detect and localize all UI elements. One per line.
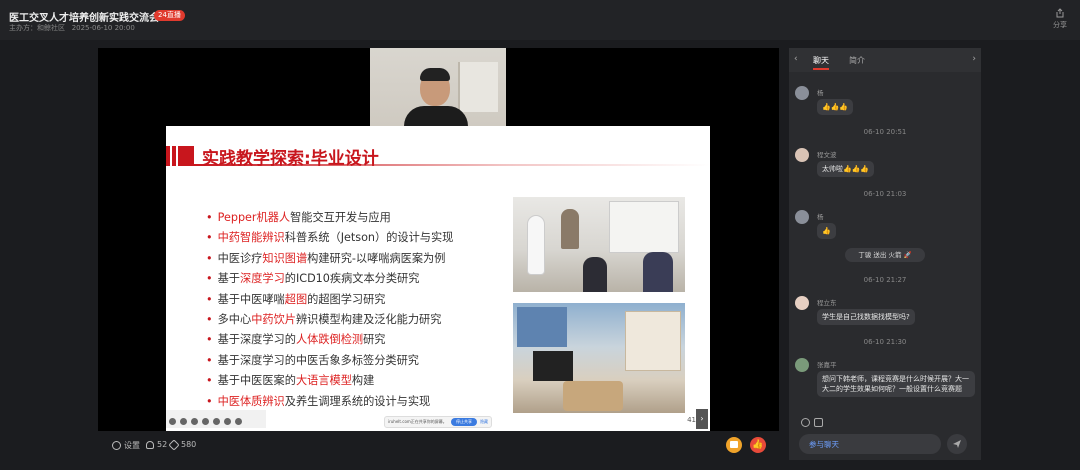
timestamp: 06-10 21:30 <box>863 338 907 346</box>
hide-notice-button[interactable]: 隐藏 <box>480 417 488 427</box>
gift-button[interactable] <box>726 437 742 453</box>
stop-sharing-button[interactable]: 停止共享 <box>451 418 477 426</box>
list-item: 基于深度学习的人体跌倒检测研究 <box>206 330 506 350</box>
avatar <box>795 358 809 372</box>
viewer-count: 52 <box>146 440 167 449</box>
slide-toolbar[interactable] <box>166 410 266 428</box>
toolbar-icon[interactable] <box>191 418 198 425</box>
toolbar-icon[interactable] <box>224 418 231 425</box>
timestamp: 06-10 20:51 <box>863 128 907 136</box>
settings-button[interactable]: 设置 <box>112 440 140 451</box>
share-label: 分享 <box>1053 21 1067 29</box>
emoji-icon[interactable] <box>801 418 810 427</box>
send-icon <box>953 440 961 448</box>
avatar <box>795 148 809 162</box>
sender-name: 杨 <box>817 213 824 221</box>
chat-panel: ‹ 聊天 简介 › 杨 👍👍👍 06-10 20:51 程文波 太帅啦👍👍👍 0… <box>789 48 981 460</box>
event-title: 医工交叉人才培养创新实践交流会 <box>9 13 159 24</box>
lab-photo <box>513 303 685 413</box>
screen-share-notice: iruhelt.com正在共享你的屏幕。 停止共享 隐藏 <box>384 416 492 428</box>
timestamp: 06-10 21:27 <box>863 276 907 284</box>
list-item: 中医诊疗知识图谱构建研究-以哮喘病医案为例 <box>206 249 506 269</box>
list-item: 多中心中药饮片辨识模型构建及泛化能力研究 <box>206 310 506 330</box>
message-text: 学生是自己找数据找模型吗? <box>817 309 915 325</box>
message-text: 太帅啦👍👍👍 <box>817 161 875 177</box>
like-count: 580 <box>168 438 196 451</box>
avatar <box>795 210 809 224</box>
chevron-right-icon[interactable]: › <box>972 54 976 64</box>
toolbar-icon[interactable] <box>235 418 242 425</box>
avatar <box>795 296 809 310</box>
share-icon <box>1056 8 1064 18</box>
gift-notice: 丁骏 送出 火箭 🚀 <box>845 248 925 262</box>
chevron-left-icon[interactable]: ‹ <box>794 54 798 64</box>
slide-title: 实践教学探索:毕业设计 <box>202 149 379 169</box>
sender-name: 杨 <box>817 89 824 97</box>
presentation-slide: 实践教学探索:毕业设计 Pepper机器人智能交互开发与应用 中药智能辨识科普系… <box>166 126 710 431</box>
panel-tabs: ‹ 聊天 简介 › <box>789 48 981 72</box>
live-badge: 24直播 <box>154 10 185 21</box>
organizer: 主办方：和鲸社区 <box>9 24 65 32</box>
list-item: Pepper机器人智能交互开发与应用 <box>206 208 506 228</box>
chat-input[interactable] <box>799 434 941 454</box>
slide-bullet-list: Pepper机器人智能交互开发与应用 中药智能辨识科普系统（Jetson）的设计… <box>206 208 506 412</box>
heart-icon <box>168 438 180 451</box>
list-item: 中药智能辨识科普系统（Jetson）的设计与实现 <box>206 228 506 248</box>
sender-name: 程立东 <box>817 299 837 307</box>
control-bar: 设置 52 580 👍 <box>98 433 779 459</box>
page-number: 41 <box>687 416 696 424</box>
event-meta: 主办方：和鲸社区 2025-06-10 20:00 <box>9 23 135 33</box>
list-item: 基于中医哮喘超图的超图学习研究 <box>206 290 506 310</box>
message-text: 👍 <box>817 223 836 239</box>
tab-chat[interactable]: 聊天 <box>813 55 829 70</box>
sender-name: 程文波 <box>817 151 837 159</box>
list-item: 基于深度学习的中医舌象多标签分类研究 <box>206 351 506 371</box>
toolbar-icon[interactable] <box>213 418 220 425</box>
send-button[interactable] <box>947 434 967 454</box>
message-text: 想问下韩老师，课程竞赛是什么时候开展？大一大二的学生效果如何呢？一般设置什么竞赛… <box>817 371 975 397</box>
toolbar-icon[interactable] <box>169 418 176 425</box>
chat-message-list[interactable]: 杨 👍👍👍 06-10 20:51 程文波 太帅啦👍👍👍 06-10 21:03… <box>789 76 981 411</box>
gear-icon <box>112 441 121 450</box>
user-icon <box>146 440 154 449</box>
chat-tools <box>801 418 827 430</box>
sender-name: 张嘉平 <box>817 361 837 369</box>
image-icon[interactable] <box>814 418 823 427</box>
video-stage: 实践教学探索:毕业设计 Pepper机器人智能交互开发与应用 中药智能辨识科普系… <box>98 48 779 431</box>
list-item: 基于深度学习的ICD10疾病文本分类研究 <box>206 269 506 289</box>
message-text: 👍👍👍 <box>817 99 854 115</box>
toolbar-icon[interactable] <box>202 418 209 425</box>
presenter-camera <box>370 48 506 126</box>
avatar <box>795 86 809 100</box>
share-button[interactable]: 分享 <box>1048 8 1072 30</box>
like-button[interactable]: 👍 <box>750 437 766 453</box>
list-item: 基于中医医案的大语言模型构建 <box>206 371 506 391</box>
event-datetime: 2025-06-10 20:00 <box>71 24 135 32</box>
next-page-arrow-icon[interactable]: › <box>696 409 708 429</box>
list-item: 中医体质辨识及养生调理系统的设计与实现 <box>206 392 506 412</box>
toolbar-icon[interactable] <box>180 418 187 425</box>
tab-intro[interactable]: 简介 <box>849 55 865 66</box>
timestamp: 06-10 21:03 <box>863 190 907 198</box>
top-bar: 医工交叉人才培养创新实践交流会 24直播 主办方：和鲸社区 2025-06-10… <box>0 0 1080 40</box>
chat-footer <box>789 414 981 460</box>
classroom-robot-photo <box>513 197 685 292</box>
